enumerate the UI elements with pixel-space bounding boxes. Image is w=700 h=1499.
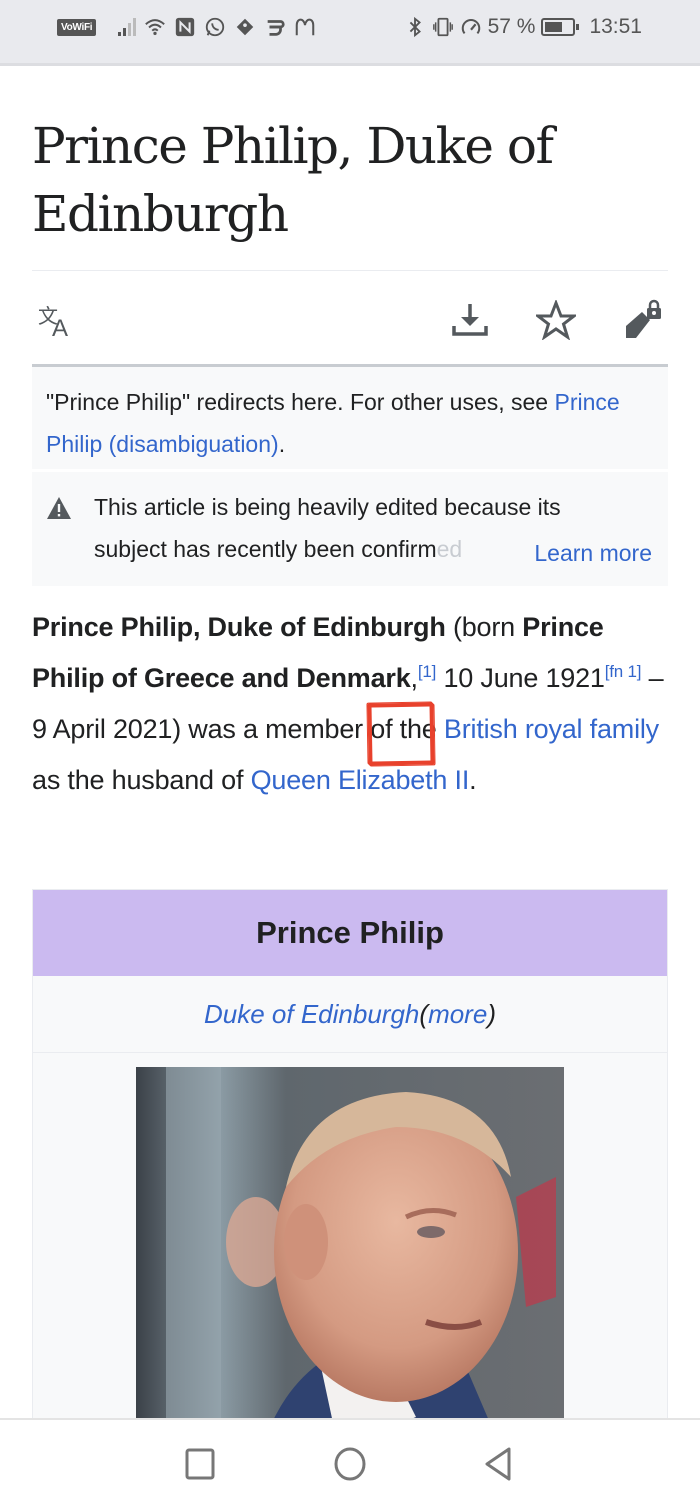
lead-bold-name: Prince Philip, Duke of Edinburgh xyxy=(32,612,446,642)
whatsapp-icon xyxy=(206,17,225,37)
mcdonalds-icon xyxy=(296,18,315,36)
edit-locked-icon xyxy=(626,299,661,338)
page-actions-bar: 文 A xyxy=(32,290,668,352)
vowifi-icon: VoWiFi xyxy=(57,18,97,36)
infobox-paren: ) xyxy=(487,998,496,1029)
lead-text: as the husband of xyxy=(32,765,251,795)
lead-text: . xyxy=(469,765,477,795)
download-icon xyxy=(452,304,488,336)
notice-text: This article is being heavily edited bec… xyxy=(94,486,594,570)
notice-fade: ed xyxy=(436,536,463,562)
home-circle-icon xyxy=(334,1447,366,1481)
lead-text: (born xyxy=(445,612,523,642)
infobox-photo[interactable] xyxy=(136,1067,564,1437)
lead-text: a member of the xyxy=(235,714,444,744)
app-icon-2 xyxy=(267,20,285,36)
watch-star-button[interactable] xyxy=(534,298,578,342)
reference-1-link[interactable]: [1] xyxy=(418,662,437,681)
british-royal-family-link[interactable]: British royal family xyxy=(444,714,659,744)
more-link[interactable]: more xyxy=(428,999,487,1030)
hatnote-period: . xyxy=(278,431,286,457)
portrait-image xyxy=(136,1067,564,1437)
back-triangle-icon xyxy=(485,1447,511,1481)
download-button[interactable] xyxy=(448,298,492,342)
speed-icon xyxy=(461,18,480,35)
translate-icon: 文 A xyxy=(38,304,68,342)
status-left: VoWiFi xyxy=(57,14,316,40)
notice-line-1: This article is being heavily edited bec… xyxy=(94,494,561,520)
signal-icon xyxy=(118,18,137,36)
app-icon xyxy=(237,18,254,36)
back-button[interactable] xyxy=(478,1444,518,1484)
lead-was-word: was xyxy=(181,714,236,744)
battery-percent: 57 % xyxy=(487,15,536,38)
duke-of-edinburgh-link[interactable]: Duke of Edinburgh xyxy=(204,999,419,1030)
vibrate-icon xyxy=(432,17,453,37)
footnote-1-link[interactable]: [fn 1] xyxy=(605,662,642,681)
home-button[interactable] xyxy=(330,1444,370,1484)
svg-text:A: A xyxy=(52,315,68,342)
hatnote: "Prince Philip" redirects here. For othe… xyxy=(32,367,668,469)
nfc-icon xyxy=(176,17,195,37)
lead-text: , xyxy=(410,663,419,693)
status-right: 57 % 13:51 xyxy=(404,14,642,40)
infobox-header: Prince Philip xyxy=(33,890,667,976)
warning-icon xyxy=(47,497,71,519)
clock: 13:51 xyxy=(589,15,642,38)
lead-text: 10 June 1921 xyxy=(436,663,605,693)
lead-paragraph: Prince Philip, Duke of Edinburgh (born P… xyxy=(32,602,672,806)
queen-elizabeth-link[interactable]: Queen Elizabeth II xyxy=(251,765,470,795)
status-bar: VoWiFi 57 % 13:51 xyxy=(0,0,700,66)
android-nav-bar xyxy=(0,1418,700,1499)
hatnote-text: "Prince Philip" redirects here. For othe… xyxy=(46,389,555,415)
battery-icon xyxy=(541,18,580,36)
star-icon xyxy=(536,300,576,340)
page-title: Prince Philip, Duke of Edinburgh xyxy=(32,117,554,243)
learn-more-link[interactable]: Learn more xyxy=(522,532,652,574)
current-event-notice: This article is being heavily edited bec… xyxy=(32,472,668,586)
bluetooth-icon xyxy=(409,16,421,38)
wifi-icon xyxy=(145,19,166,36)
title-divider xyxy=(32,270,668,271)
recents-square-icon xyxy=(185,1448,215,1480)
recents-button[interactable] xyxy=(180,1444,220,1484)
edit-locked-button[interactable] xyxy=(620,298,664,342)
notice-line-2: subject has recently been confirm xyxy=(94,536,437,562)
infobox-paren: ( xyxy=(419,998,429,1029)
language-button[interactable]: 文 A xyxy=(34,298,78,342)
infobox-subtitle: Duke of Edinburgh (more) xyxy=(33,976,667,1053)
infobox: Prince Philip Duke of Edinburgh (more) xyxy=(32,889,668,1437)
